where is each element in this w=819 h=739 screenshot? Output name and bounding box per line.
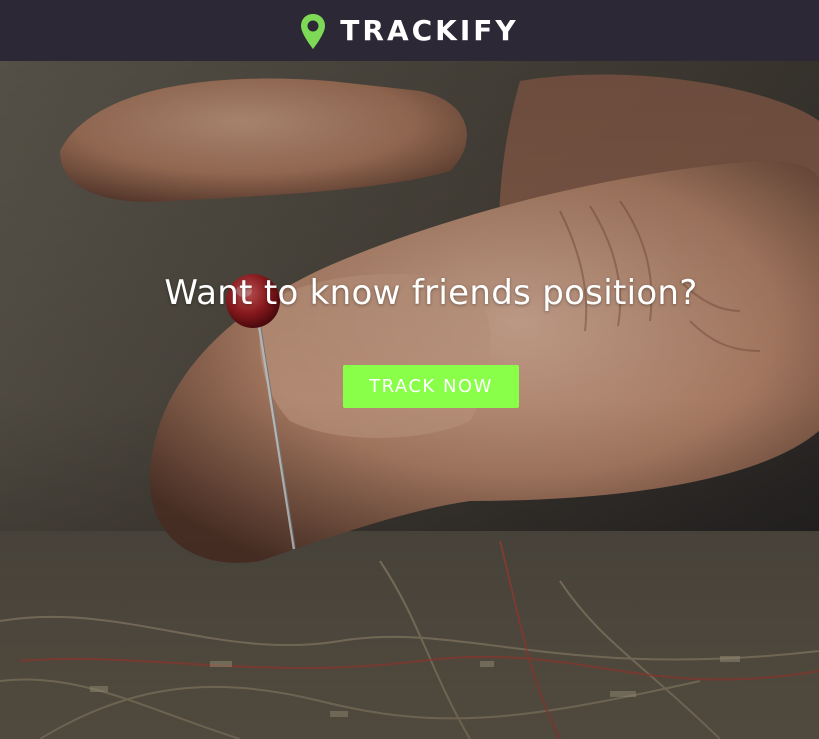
map-pin-icon[interactable] (300, 13, 326, 51)
track-now-button[interactable]: TRACK NOW (343, 365, 519, 408)
hero-headline: Want to know friends position? (164, 273, 698, 313)
top-header: TRACKIFY (0, 0, 819, 61)
hero-section: Want to know friends position? TRACK NOW (0, 61, 819, 739)
brand-name[interactable]: TRACKIFY (340, 14, 518, 47)
